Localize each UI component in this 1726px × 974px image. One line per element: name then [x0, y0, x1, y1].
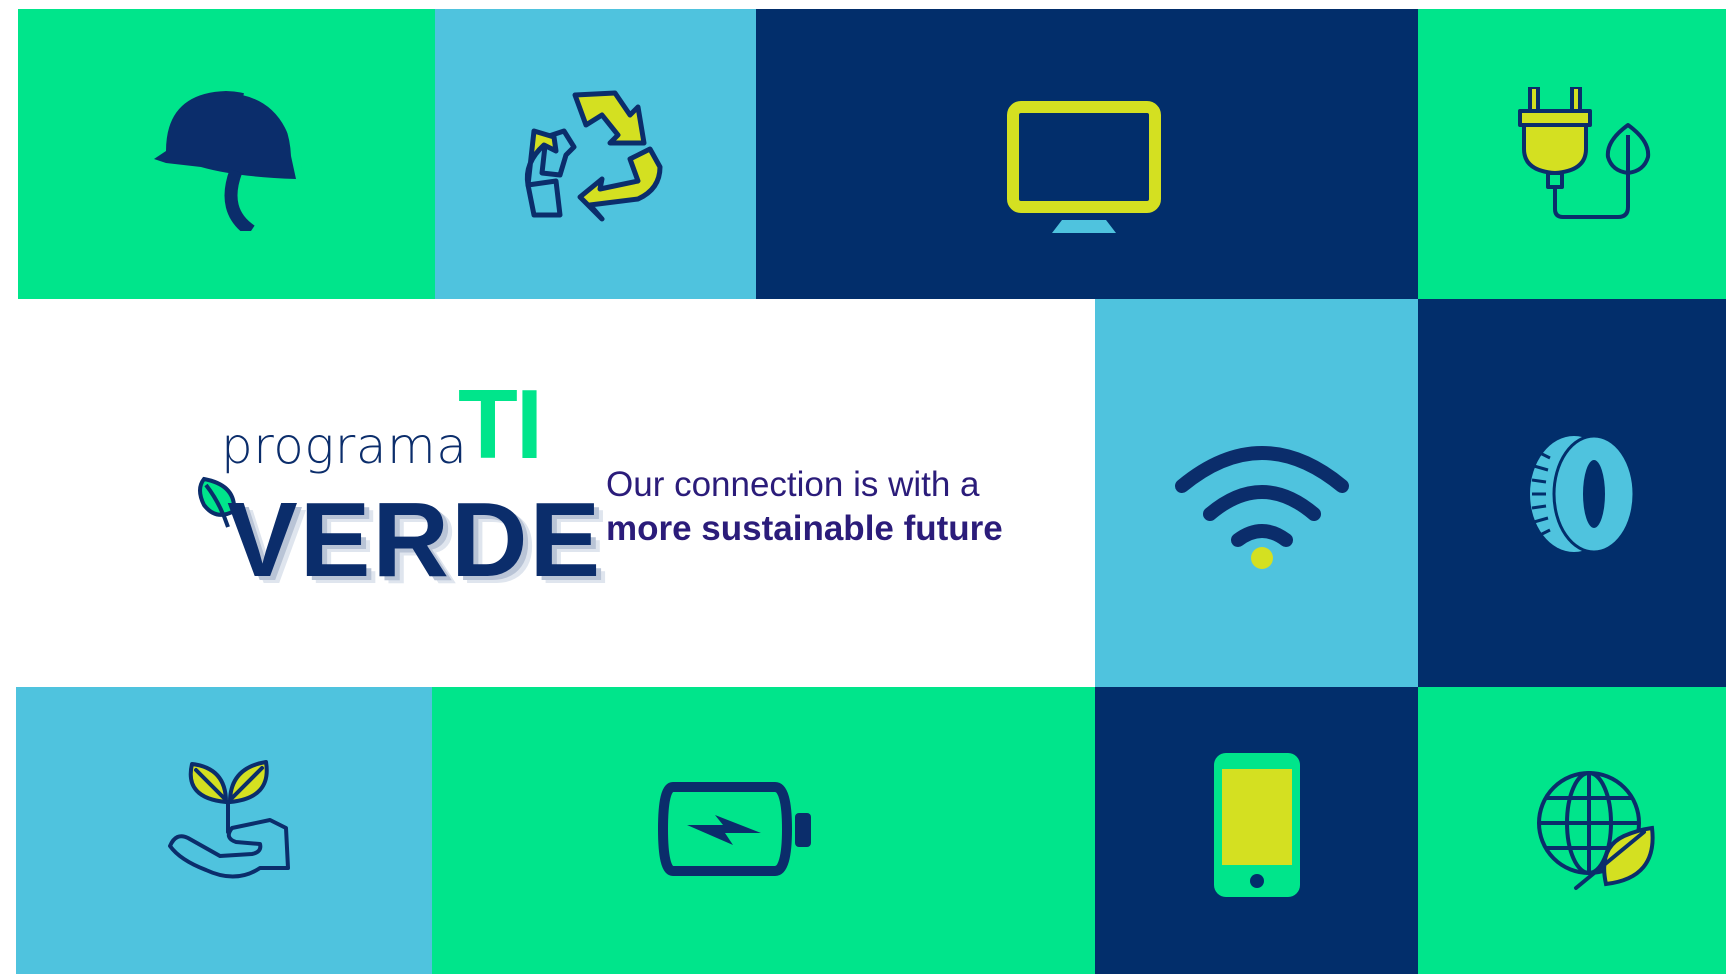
logo-word-programa: programa	[221, 417, 468, 475]
monitor-icon	[1007, 101, 1161, 233]
brand-panel: programa TI VERDE Our connection is with…	[18, 299, 1095, 687]
tire-tile	[1418, 299, 1726, 687]
phone-tile	[1095, 687, 1418, 974]
plug-tile	[1418, 9, 1726, 299]
logo-word-ti: TI	[458, 369, 543, 479]
battery-icon	[657, 782, 811, 876]
helmet-tile	[18, 9, 435, 299]
recycle-tile	[435, 9, 756, 299]
plug-leaf-icon	[1518, 87, 1651, 219]
globe-leaf-icon	[1537, 771, 1655, 890]
helmet-icon	[154, 90, 303, 231]
battery-tile	[432, 687, 1095, 974]
monitor-tile	[756, 9, 1418, 299]
tagline-line-2: more sustainable future	[606, 509, 1003, 548]
plant-hand-icon	[168, 760, 290, 879]
wifi-icon	[1175, 446, 1349, 569]
tire-icon	[1530, 434, 1636, 554]
wifi-tile	[1095, 299, 1418, 687]
globe-tile	[1418, 687, 1726, 974]
recycle-icon	[524, 90, 663, 222]
logo-word-verde: VERDE	[227, 481, 603, 599]
tagline-line-1: Our connection is with a	[606, 465, 980, 504]
plant-tile	[16, 687, 432, 974]
smartphone-icon	[1214, 753, 1300, 897]
